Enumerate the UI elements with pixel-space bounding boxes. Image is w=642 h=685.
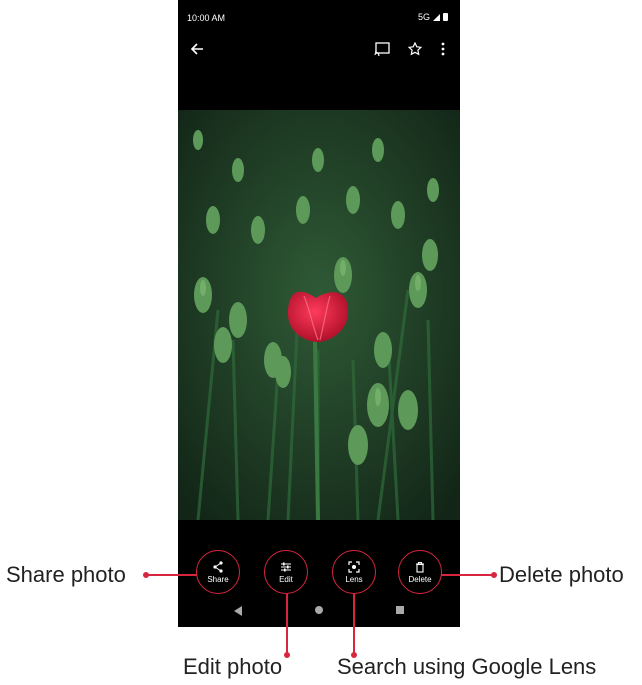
trash-icon [416, 561, 424, 573]
more-vert-icon[interactable] [440, 42, 446, 60]
photo-actions-bar: Share Edit Lens Delete [178, 546, 460, 596]
delete-label: Delete [408, 574, 432, 584]
battery-icon [443, 13, 448, 21]
edit-photo-callout: Edit photo [183, 654, 283, 679]
arrow-left-icon[interactable] [190, 42, 204, 60]
share-button[interactable]: Share [198, 552, 238, 592]
share-label: Share [207, 574, 229, 584]
system-navigation-bar [178, 597, 460, 623]
nav-home-icon[interactable] [315, 606, 323, 614]
star-icon[interactable] [407, 41, 423, 60]
edit-callout-line [286, 594, 288, 654]
nav-back-icon[interactable] [234, 606, 242, 616]
nav-recents-icon[interactable] [396, 606, 404, 614]
cast-icon[interactable] [374, 42, 390, 60]
edit-button[interactable]: Edit [266, 552, 306, 592]
delete-callout-dot [491, 572, 497, 578]
status-time: 10:00 AM [187, 13, 226, 23]
lens-icon [348, 560, 360, 573]
tune-icon [281, 562, 291, 571]
status-bar: 10:00 AM 5G [178, 0, 460, 30]
status-network: 5G [418, 12, 448, 22]
tulip-photo[interactable] [178, 110, 460, 520]
top-app-bar [178, 36, 460, 68]
search-lens-callout: Search using Google Lens [337, 654, 597, 679]
lens-callout-line [353, 594, 355, 654]
edit-callout-dot [284, 652, 290, 658]
delete-photo-callout: Delete photo [499, 562, 624, 587]
share-photo-callout: Share photo [6, 562, 126, 587]
phone-screen: 10:00 AM 5G Share Edit Lens Delete [178, 0, 460, 627]
lens-label: Lens [345, 574, 363, 584]
share-callout-line [146, 574, 197, 576]
delete-button[interactable]: Delete [400, 552, 440, 592]
lens-button[interactable]: Lens [334, 552, 374, 592]
network-label: 5G [417, 12, 430, 22]
share-icon [213, 560, 223, 573]
signal-icon [433, 13, 440, 21]
edit-label: Edit [279, 574, 293, 584]
delete-callout-line [441, 574, 493, 576]
